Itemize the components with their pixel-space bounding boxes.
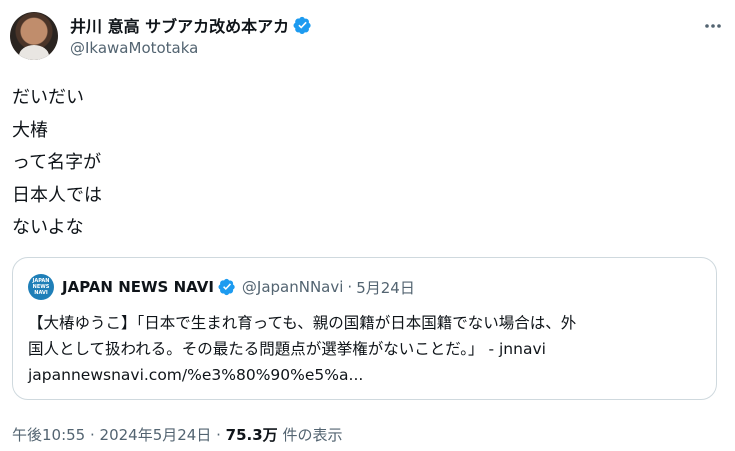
tweet-date[interactable]: 2024年5月24日 [100,426,212,444]
quoted-author-avatar[interactable]: JAPAN NEWS NAVI [28,274,54,300]
verified-badge-icon [293,16,311,34]
meta-separator: · [85,426,100,444]
quoted-tweet-card[interactable]: JAPAN NEWS NAVI JAPAN NEWS NAVI @JapanNN… [12,257,717,400]
more-options-icon [705,24,721,28]
author-display-name[interactable]: 井川 意高 サブアカ改め本アカ [70,13,289,37]
tweet-time[interactable]: 午後10:55 [12,426,85,444]
quoted-tweet-date[interactable]: 5月24日 [356,277,415,298]
meta-separator: · [211,426,226,444]
views-count: 75.3万 [225,426,278,444]
tweet-text: だいだい 大椿 って名字が 日本人では ないよな [12,82,712,245]
quoted-separator: · [347,278,353,296]
tweet-line: 大椿 [12,119,48,141]
tweet-line: だいだい [12,87,84,108]
tweet-line: って名字が [12,152,102,173]
author-handle[interactable]: @IkawaMototaka [70,39,198,57]
quoted-author-name[interactable]: JAPAN NEWS NAVI [62,278,214,296]
verified-badge-icon [218,278,235,296]
author-avatar[interactable] [10,12,58,60]
tweet-line: 日本人では [12,184,102,206]
quoted-tweet-header: JAPAN NEWS NAVI JAPAN NEWS NAVI @JapanNN… [28,274,415,300]
views-label: 件の表示 [277,426,343,444]
quoted-text-line: 国人として扱われる。その最たる問題点が選挙権がないことだ。」 - jnnavi [28,340,546,358]
quoted-author-handle: @JapanNNavi [241,278,344,296]
quoted-text-link[interactable]: japannewsnavi.com/%e3%80%90%e5%a... [28,362,708,388]
tweet-meta: 午後10:55 · 2024年5月24日 · 75.3万 件の表示 [12,424,342,445]
quoted-avatar-text: NAVI [34,290,48,296]
quoted-text-line: 【大椿ゆうこ】「日本で生まれ育っても、親の国籍が日本国籍でない場合は、外 [28,314,577,332]
quoted-tweet-text: 【大椿ゆうこ】「日本で生まれ育っても、親の国籍が日本国籍でない場合は、外 国人と… [28,310,708,388]
author-name-row: 井川 意高 サブアカ改め本アカ [70,13,312,37]
tweet-header: 井川 意高 サブアカ改め本アカ @IkawaMototaka [10,12,725,64]
more-options-button[interactable] [701,14,725,38]
tweet-line: ないよな [12,217,84,238]
